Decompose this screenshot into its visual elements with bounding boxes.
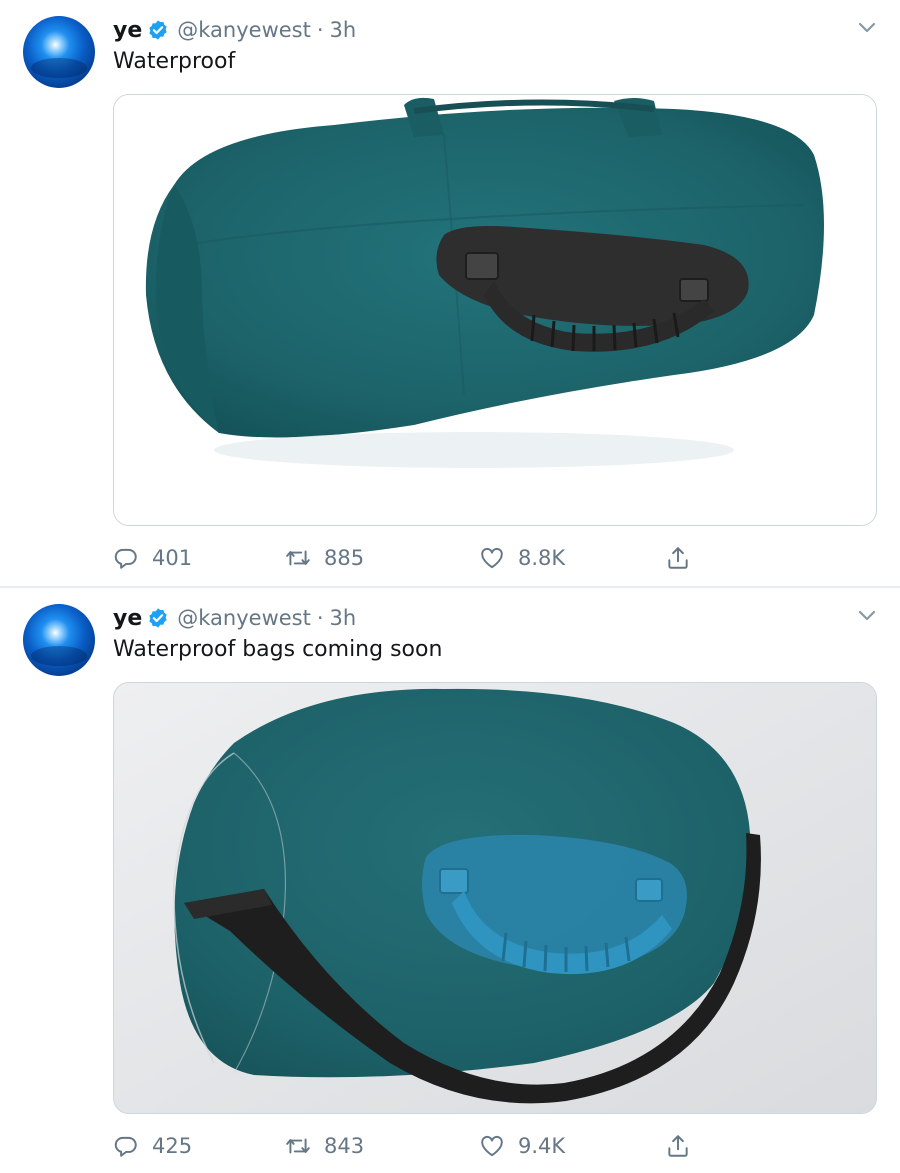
like-button[interactable]: 8.8K: [479, 541, 565, 575]
tweet-actions: 401 885 8.8K: [113, 541, 713, 575]
reply-button[interactable]: 401: [113, 541, 192, 575]
share-icon: [668, 547, 688, 569]
verified-badge-icon: [149, 20, 167, 40]
chevron-down-icon[interactable]: [858, 610, 876, 622]
tweet-media-image[interactable]: [113, 682, 877, 1114]
tweet-text: Waterproof bags coming soon: [113, 637, 443, 662]
retweet-count: 885: [324, 546, 365, 570]
like-count: 8.8K: [518, 546, 566, 570]
tweet-text: Waterproof: [113, 49, 236, 74]
like-button[interactable]: 9.4K: [479, 1129, 565, 1163]
timestamp[interactable]: 3h: [330, 18, 357, 42]
heart-icon: [481, 1135, 503, 1157]
reply-icon: [114, 548, 137, 569]
reply-count: 401: [152, 546, 193, 570]
author-name[interactable]: ye: [113, 606, 142, 631]
separator-dot: ·: [316, 18, 324, 42]
separator-dot: ·: [316, 606, 324, 630]
tweet-media-image[interactable]: [113, 94, 877, 526]
author-name[interactable]: ye: [113, 18, 142, 43]
duffel-bag-image: [114, 95, 876, 525]
author-handle[interactable]: @kanyewest: [177, 606, 311, 630]
tweet-header: ye @kanyewest · 3h: [113, 602, 356, 634]
heart-icon: [481, 547, 503, 569]
tweet-header: ye @kanyewest · 3h: [113, 14, 356, 46]
author-handle[interactable]: @kanyewest: [177, 18, 311, 42]
retweet-button[interactable]: 843: [285, 1129, 364, 1163]
retweet-icon: [286, 1138, 310, 1154]
like-count: 9.4K: [518, 1134, 566, 1158]
tweet[interactable]: ye @kanyewest · 3h Waterproof 401 885 8.…: [0, 0, 900, 586]
reply-icon: [114, 1136, 137, 1157]
share-icon: [668, 1135, 688, 1157]
avatar[interactable]: [23, 16, 95, 88]
timestamp[interactable]: 3h: [330, 606, 357, 630]
retweet-button[interactable]: 885: [285, 541, 364, 575]
retweet-icon: [286, 550, 310, 566]
reply-count: 425: [152, 1134, 193, 1158]
tweet[interactable]: ye @kanyewest · 3h Waterproof bags comin…: [0, 588, 900, 1173]
verified-badge-icon: [149, 608, 167, 628]
tweet-actions: 425 843 9.4K: [113, 1129, 713, 1163]
reply-button[interactable]: 425: [113, 1129, 192, 1163]
bag-with-strap-image: [114, 683, 876, 1113]
share-button[interactable]: [665, 541, 704, 575]
retweet-count: 843: [324, 1134, 365, 1158]
tweet-feed: ye @kanyewest · 3h Waterproof 401 885 8.…: [0, 0, 900, 1173]
chevron-down-icon[interactable]: [858, 22, 876, 34]
avatar[interactable]: [23, 604, 95, 676]
share-button[interactable]: [665, 1129, 704, 1163]
